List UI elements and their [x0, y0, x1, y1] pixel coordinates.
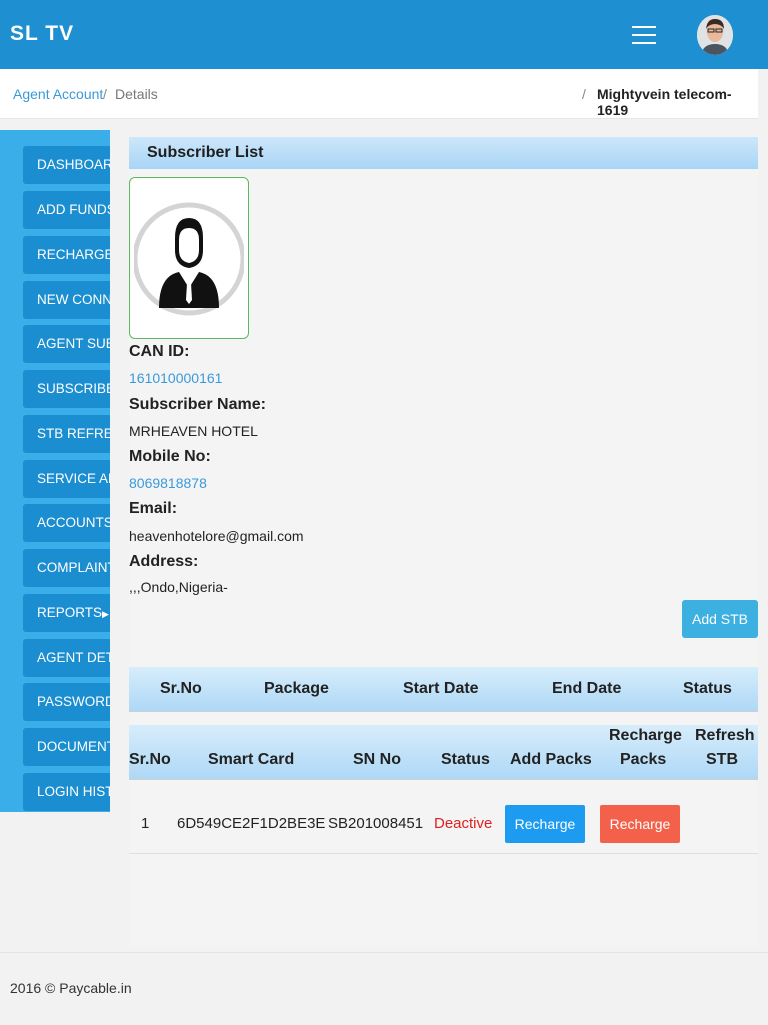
address-label: Address:	[129, 553, 199, 570]
add-packs-recharge-button[interactable]: Recharge	[505, 805, 585, 843]
column-header: STB	[706, 751, 738, 768]
column-header: SN No	[353, 751, 401, 768]
agent-name-label: Mightyvein telecom-1619	[597, 86, 732, 118]
sidebar: DASHBOARD ADD FUNDS RECHARGE NEW CONNE A…	[0, 130, 110, 812]
sidebar-item-agent-details[interactable]: AGENT DETA	[23, 639, 110, 677]
recharge-packs-button[interactable]: Recharge	[600, 805, 680, 843]
subscriber-name-label: Subscriber Name:	[129, 396, 266, 413]
column-header: Recharge	[609, 727, 682, 744]
column-header: Sr.No	[129, 751, 171, 768]
sidebar-item-add-funds[interactable]: ADD FUNDS	[23, 191, 110, 229]
sidebar-item-service-alert[interactable]: SERVICE ALE	[23, 460, 110, 498]
sidebar-item-new-connection[interactable]: NEW CONNE	[23, 281, 110, 319]
address-value: ,,,Ondo,Nigeria-	[129, 579, 228, 595]
package-table-header: Sr.No Package Start Date End Date Status	[129, 667, 758, 712]
caret-right-icon: ▶	[102, 609, 109, 619]
sidebar-item-login-history[interactable]: LOGIN HISTO	[23, 773, 110, 811]
row-sn-no: SB201008451	[328, 815, 424, 832]
column-header: Package	[264, 680, 329, 697]
sidebar-item-accounts[interactable]: ACCOUNTS▶	[23, 504, 110, 542]
add-stb-button[interactable]: Add STB	[682, 600, 758, 638]
column-header: End Date	[552, 680, 622, 697]
subscriber-name-value: MRHEAVEN HOTEL	[129, 423, 258, 439]
user-avatar[interactable]	[697, 15, 733, 55]
panel-header: Subscriber List	[129, 137, 758, 169]
sidebar-item-reports[interactable]: REPORTS▶	[23, 594, 110, 632]
table-row: 1 6D549CE2F1D2BE3E SB201008451 Deactive …	[129, 795, 758, 854]
panel-title: Subscriber List	[147, 144, 264, 161]
breadcrumb-separator: /	[582, 86, 586, 102]
column-header: Refresh	[695, 727, 755, 744]
column-header: Sr.No	[160, 680, 202, 697]
column-header: Packs	[620, 751, 667, 768]
brand-title[interactable]: SL TV	[10, 22, 74, 46]
stb-table-header: Sr.No Smart Card SN No Status Add Packs …	[129, 725, 758, 780]
top-navbar: SL TV	[0, 0, 768, 69]
sidebar-item-agent-sub[interactable]: AGENT SUB	[23, 325, 110, 363]
status-badge: Deactive	[434, 815, 493, 832]
breadcrumb: Agent Account / Details / Mightyvein tel…	[0, 69, 758, 119]
breadcrumb-agent-account-link[interactable]: Agent Account	[13, 86, 103, 102]
column-header: Status	[683, 680, 732, 697]
sidebar-item-recharge[interactable]: RECHARGE	[23, 236, 110, 274]
sidebar-item-subscriber[interactable]: SUBSCRIBER	[23, 370, 110, 408]
subscriber-photo	[129, 177, 249, 339]
footer-copyright: 2016 © Paycable.in	[10, 980, 132, 996]
column-header: Smart Card	[208, 751, 295, 768]
sidebar-item-stb-refresh[interactable]: STB REFRESH	[23, 415, 110, 453]
breadcrumb-separator: /	[103, 86, 107, 102]
column-header: Status	[441, 751, 490, 768]
mobile-label: Mobile No:	[129, 448, 211, 465]
email-label: Email:	[129, 500, 178, 517]
column-header: Add Packs	[510, 751, 592, 768]
can-id-label: CAN ID:	[129, 343, 190, 360]
row-smart-card: 6D549CE2F1D2BE3E	[177, 815, 326, 832]
breadcrumb-current: Details	[115, 86, 158, 102]
email-value: heavenhotelore@gmail.com	[129, 528, 304, 544]
column-header: Start Date	[403, 680, 479, 697]
sidebar-item-password[interactable]: PASSWORD	[23, 683, 110, 721]
hamburger-menu-icon[interactable]	[632, 24, 658, 46]
mobile-value[interactable]: 8069818878	[129, 475, 207, 491]
sidebar-item-dashboard[interactable]: DASHBOARD	[23, 146, 110, 184]
user-silhouette-icon	[134, 202, 244, 316]
sidebar-item-documents[interactable]: DOCUMENTS	[23, 728, 110, 766]
sidebar-item-complaint[interactable]: COMPLAINT	[23, 549, 110, 587]
footer: 2016 © Paycable.in	[0, 952, 768, 1025]
main-content: Subscriber List CAN ID: 161010000161 Sub…	[129, 137, 758, 947]
row-srno: 1	[141, 815, 150, 832]
can-id-value[interactable]: 161010000161	[129, 370, 222, 386]
